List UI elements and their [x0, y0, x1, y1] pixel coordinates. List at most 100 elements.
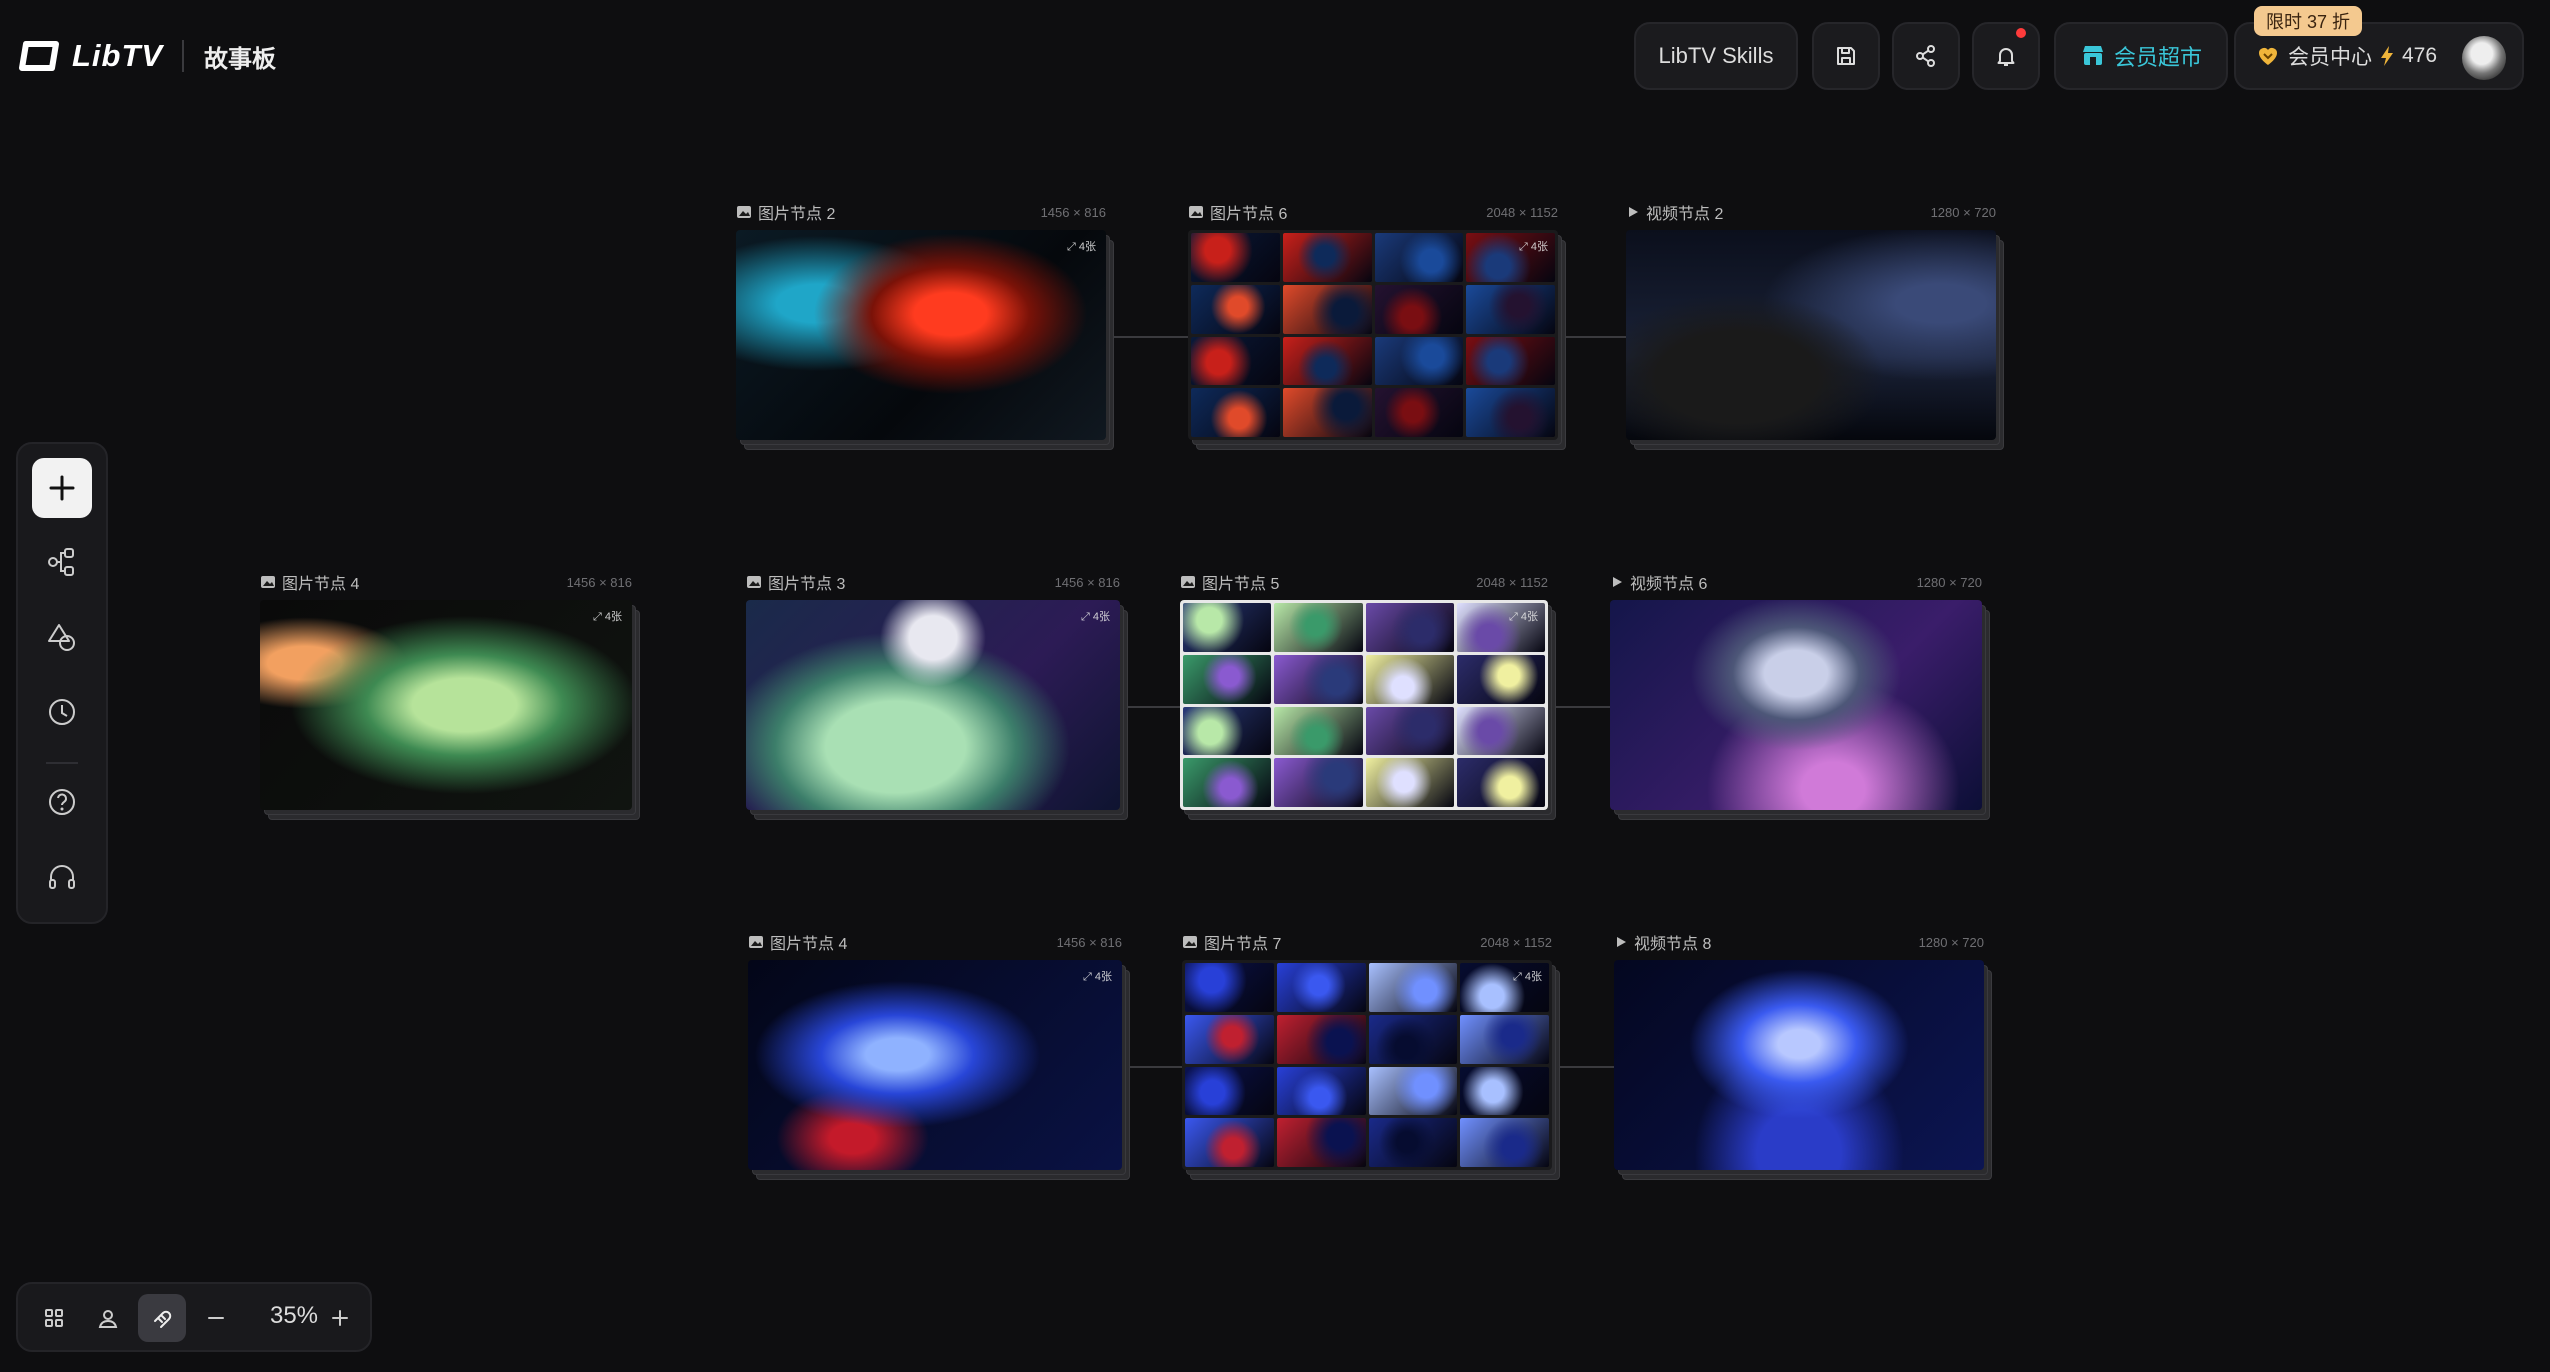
expand-stack-icon[interactable]: ⤢ 4张 — [1067, 238, 1096, 254]
node-header[interactable]: 图片节点 4 1456 × 816 — [260, 570, 632, 594]
image-thumbnail[interactable]: ⤢ 4张 — [1180, 600, 1548, 810]
node-header[interactable]: 图片节点 4 1456 × 816 — [748, 930, 1122, 954]
storyboard-frame — [1460, 1118, 1549, 1167]
share-button[interactable] — [1892, 22, 1960, 90]
storyboard-frame — [1274, 706, 1363, 756]
expand-stack-icon[interactable]: ⤢ 4张 — [1509, 608, 1538, 624]
video-node[interactable]: 视频节点 6 1280 × 720 — [1610, 575, 1990, 820]
image-thumbnail[interactable]: ⤢ 4张 — [1188, 230, 1558, 440]
node-header[interactable]: 图片节点 5 2048 × 1152 — [1180, 570, 1548, 594]
video-node[interactable]: 视频节点 8 1280 × 720 — [1614, 935, 1992, 1180]
node-title: 视频节点 2 — [1646, 206, 1724, 223]
storyboard-frame — [1365, 603, 1454, 652]
storyboard-frame — [1191, 336, 1280, 386]
support-button[interactable] — [32, 848, 92, 908]
add-node-button[interactable] — [32, 458, 92, 518]
expand-stack-icon[interactable]: ⤢ 4张 — [593, 608, 622, 624]
image-node[interactable]: 图片节点 5 2048 × 1152 ⤢ 4张 — [1180, 575, 1556, 820]
storyboard-frame — [1368, 963, 1458, 1012]
image-node[interactable]: 图片节点 7 2048 × 1152 ⤢ 4张 — [1182, 935, 1560, 1180]
vip-heart-icon — [2256, 44, 2280, 68]
node-dimensions: 1456 × 816 — [1040, 204, 1106, 220]
storyboard-frame — [1183, 758, 1272, 807]
grid-view-button[interactable] — [30, 1294, 78, 1342]
storyboard-frame — [1368, 1118, 1458, 1167]
image-thumbnail[interactable]: ⤢ 4张 — [736, 230, 1106, 440]
node-header[interactable]: 视频节点 6 1280 × 720 — [1610, 570, 1982, 594]
storyboard-frame — [1191, 388, 1280, 437]
image-thumbnail[interactable]: ⤢ 4张 — [746, 600, 1120, 810]
node-dimensions: 1280 × 720 — [1918, 934, 1984, 950]
top-bar: LibTV 故事板 LibTV Skills 会员超市 限时 37 折 会员中心 — [0, 0, 2550, 110]
image-node[interactable]: 图片节点 3 1456 × 816 ⤢ 4张 — [746, 575, 1128, 820]
bell-icon — [1994, 44, 2018, 68]
history-button[interactable] — [32, 682, 92, 742]
assets-button[interactable] — [32, 608, 92, 668]
help-button[interactable] — [32, 772, 92, 832]
save-button[interactable] — [1812, 22, 1880, 90]
node-header[interactable]: 图片节点 7 2048 × 1152 — [1182, 930, 1552, 954]
video-thumbnail[interactable] — [1626, 230, 1996, 440]
image-node[interactable]: 图片节点 6 2048 × 1152 ⤢ 4张 — [1188, 205, 1566, 450]
image-icon — [1182, 934, 1198, 950]
expand-stack-icon[interactable]: ⤢ 4张 — [1083, 968, 1112, 984]
storyboard-frame — [1365, 758, 1454, 807]
headset-icon — [45, 861, 79, 895]
storyboard-frame — [1274, 603, 1363, 652]
member-market-button[interactable]: 会员超市 — [2054, 22, 2228, 90]
node-title: 图片节点 4 — [282, 576, 360, 593]
storyboard-frame — [1185, 1118, 1274, 1167]
node-title: 图片节点 3 — [768, 576, 846, 593]
node-dimensions: 2048 × 1152 — [1486, 204, 1558, 220]
node-title: 视频节点 8 — [1634, 936, 1712, 953]
storyboard-frame — [1276, 1014, 1366, 1064]
image-node[interactable]: 图片节点 4 1456 × 816 ⤢ 4张 — [748, 935, 1130, 1180]
logo[interactable]: LibTV — [18, 38, 163, 74]
node-dimensions: 2048 × 1152 — [1480, 934, 1552, 950]
toolbar-separator — [46, 762, 78, 764]
storyboard-frame — [1466, 336, 1555, 386]
user-pin-icon — [96, 1306, 120, 1330]
avatar[interactable] — [2462, 36, 2506, 80]
storyboard-frame — [1368, 1066, 1458, 1116]
storyboard-frame — [1374, 388, 1464, 437]
video-thumbnail[interactable] — [1614, 960, 1984, 1170]
node-header[interactable]: 图片节点 6 2048 × 1152 — [1188, 200, 1558, 224]
expand-stack-icon[interactable]: ⤢ 4张 — [1513, 968, 1542, 984]
node-connector — [1548, 706, 1610, 708]
expand-stack-icon[interactable]: ⤢ 4张 — [1081, 608, 1110, 624]
image-thumbnail[interactable]: ⤢ 4张 — [748, 960, 1122, 1170]
play-icon — [1626, 205, 1640, 219]
storyboard-frame — [1368, 1014, 1458, 1064]
workflow-button[interactable] — [32, 532, 92, 592]
node-dimensions: 1456 × 816 — [1056, 934, 1122, 950]
store-icon — [2080, 43, 2106, 69]
locate-button[interactable] — [84, 1294, 132, 1342]
node-header[interactable]: 图片节点 2 1456 × 816 — [736, 200, 1106, 224]
storyboard-frame — [1274, 654, 1363, 704]
node-header[interactable]: 视频节点 8 1280 × 720 — [1614, 930, 1984, 954]
snap-toggle-button[interactable] — [138, 1294, 186, 1342]
libtv-skills-button[interactable]: LibTV Skills — [1634, 22, 1798, 90]
node-header[interactable]: 视频节点 2 1280 × 720 — [1626, 200, 1996, 224]
node-title: 图片节点 6 — [1210, 206, 1288, 223]
image-node[interactable]: 图片节点 4 1456 × 816 ⤢ 4张 — [260, 575, 640, 820]
notification-button[interactable] — [1972, 22, 2040, 90]
expand-stack-icon[interactable]: ⤢ 4张 — [1519, 238, 1548, 254]
image-icon — [260, 574, 276, 590]
image-thumbnail[interactable]: ⤢ 4张 — [1182, 960, 1552, 1170]
zoom-in-button[interactable] — [316, 1294, 364, 1342]
video-thumbnail[interactable] — [1610, 600, 1982, 810]
node-header[interactable]: 图片节点 3 1456 × 816 — [746, 570, 1120, 594]
zoom-out-button[interactable] — [192, 1294, 240, 1342]
notification-dot — [2016, 28, 2026, 38]
storyboard-frame — [1460, 1066, 1549, 1116]
image-thumbnail[interactable]: ⤢ 4张 — [260, 600, 632, 810]
clock-icon — [45, 695, 79, 729]
image-node[interactable]: 图片节点 2 1456 × 816 ⤢ 4张 — [736, 205, 1114, 450]
plus-icon — [329, 1307, 351, 1329]
storyboard-frame — [1282, 284, 1372, 334]
video-node[interactable]: 视频节点 2 1280 × 720 — [1626, 205, 2004, 450]
storyboard-frame — [1191, 284, 1280, 334]
node-connector — [1558, 336, 1626, 338]
